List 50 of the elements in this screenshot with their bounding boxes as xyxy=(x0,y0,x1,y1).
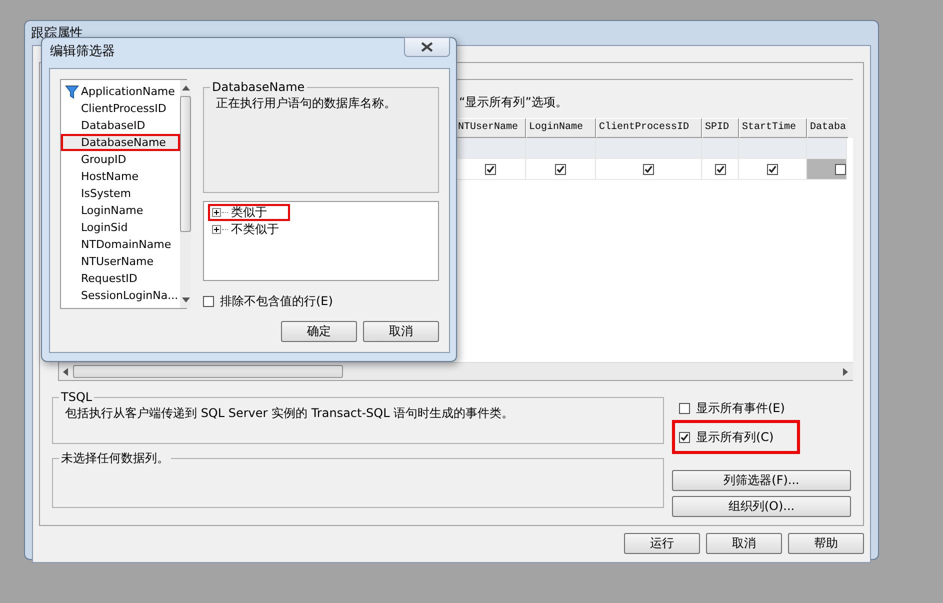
dialog-button[interactable]: 取消 xyxy=(706,533,782,554)
checkbox[interactable] xyxy=(555,164,566,174)
close-button[interactable] xyxy=(404,37,450,57)
dialog-button[interactable]: 确定 xyxy=(281,321,357,342)
tree-item[interactable]: 不类似于 xyxy=(208,221,290,238)
horizontal-scrollbar[interactable] xyxy=(59,362,853,380)
list-item[interactable]: LoginSid xyxy=(61,219,180,236)
column-header[interactable]: Databa xyxy=(807,118,848,138)
tree-item[interactable]: 类似于 xyxy=(208,204,290,221)
dialog-button[interactable]: 取消 xyxy=(363,321,439,342)
list-item[interactable]: ApplicationName xyxy=(61,83,180,100)
list-item[interactable]: GroupID xyxy=(61,151,180,168)
dialog-title: 编辑筛选器 xyxy=(50,43,115,60)
checkbox[interactable] xyxy=(767,164,778,174)
expander-icon[interactable] xyxy=(212,208,221,217)
checkbox-option[interactable]: 排除不包含值的行(E) xyxy=(203,291,439,311)
list-item[interactable]: IsSystem xyxy=(61,185,180,202)
list-item[interactable]: NTUserName xyxy=(61,253,180,270)
close-icon xyxy=(421,42,433,52)
column-header[interactable]: SPID xyxy=(702,118,739,138)
dialog-button[interactable]: 帮助 xyxy=(788,533,864,554)
dialog-button[interactable]: 列筛选器(F)... xyxy=(672,470,851,491)
event-description: 包括执行从客户端传递到 SQL Server 实例的 Transact-SQL 语句时生成的事件类。 xyxy=(65,405,515,422)
list-item[interactable]: DatabaseName xyxy=(61,134,180,151)
expander-icon[interactable] xyxy=(212,225,221,234)
dialog-button[interactable]: 运行 xyxy=(624,533,700,554)
checkbox-option[interactable]: 显示所有事件(E) xyxy=(672,396,800,420)
group-title: TSQL xyxy=(60,390,94,404)
checkbox[interactable] xyxy=(835,164,846,174)
list-item[interactable]: RequestID xyxy=(61,270,180,287)
dialog-button[interactable]: 组织列(O)... xyxy=(672,496,851,517)
list-item[interactable]: NTDomainName xyxy=(61,236,180,253)
checkbox[interactable] xyxy=(484,164,496,174)
checkbox[interactable] xyxy=(643,164,654,174)
column-header[interactable]: ClientProcessID xyxy=(596,118,702,138)
column-header[interactable]: LoginName xyxy=(526,118,596,138)
checkbox-option[interactable]: 显示所有列(C) xyxy=(672,420,800,454)
group-title: 未选择任何数据列。 xyxy=(60,450,170,467)
list-item[interactable]: LoginName xyxy=(61,202,180,219)
checkbox[interactable] xyxy=(714,164,726,174)
column-description: 正在执行用户语句的数据库名称。 xyxy=(216,95,397,112)
group-title: DatabaseName xyxy=(211,80,306,94)
checkmark-icon xyxy=(680,432,689,442)
column-header[interactable]: StartTime xyxy=(739,118,807,138)
list-item[interactable]: ClientProcessID xyxy=(61,100,180,117)
vertical-scrollbar[interactable] xyxy=(180,80,192,308)
list-item[interactable]: DatabaseID xyxy=(61,117,180,134)
list-item[interactable]: HostName xyxy=(61,168,180,185)
column-header[interactable]: NTUserName xyxy=(455,118,526,138)
list-item[interactable]: SessionLoginNa... xyxy=(61,287,180,304)
